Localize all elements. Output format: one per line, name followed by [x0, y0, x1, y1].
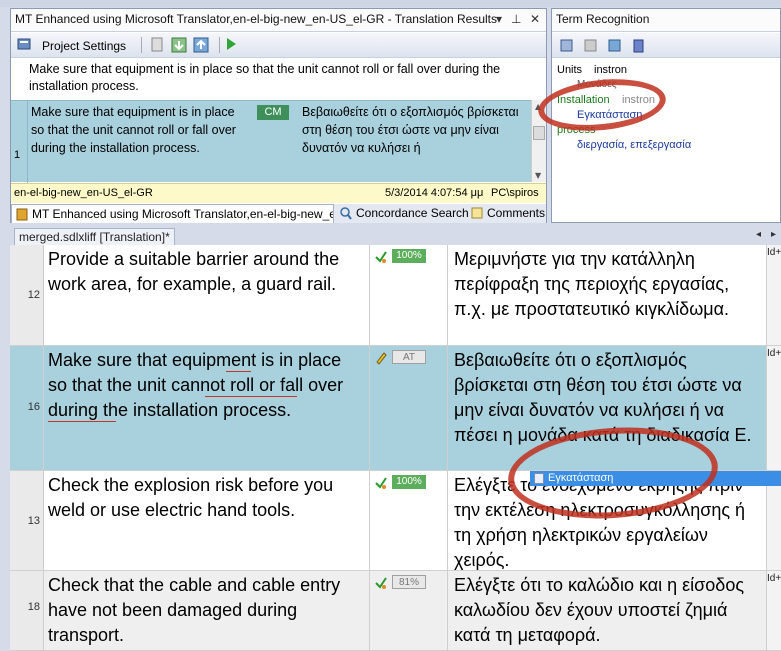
- status-cell: AT: [370, 346, 448, 470]
- segment-number-label: 18: [27, 601, 40, 613]
- status-cell: 100%: [370, 471, 448, 570]
- termbase-settings-icon[interactable]: [608, 38, 622, 57]
- tab-label: Concordance Search: [356, 206, 469, 220]
- source-cell[interactable]: Make sure that equipment is in place so …: [44, 346, 370, 470]
- translated-check-icon: [374, 575, 388, 589]
- pin-icon[interactable]: ⊥: [511, 12, 521, 26]
- term-source[interactable]: Units: [557, 64, 582, 76]
- panel-title: MT Enhanced using Microsoft Translator,e…: [11, 9, 546, 32]
- termbase-search-icon[interactable]: [560, 38, 574, 57]
- project-settings-button[interactable]: Project Settings: [42, 39, 126, 55]
- spell-squiggle: [226, 370, 251, 372]
- tab-comments[interactable]: Comments: [467, 204, 549, 223]
- termbase-back-icon[interactable]: [584, 38, 598, 57]
- scroll-right-icon[interactable]: ▸: [771, 229, 776, 240]
- match-percent-badge: 100%: [392, 249, 426, 263]
- match-percent-badge: AT: [392, 350, 426, 364]
- term-recognition-title: Term Recognition: [552, 9, 780, 32]
- document-icon[interactable]: [149, 37, 165, 53]
- translation-results-panel: MT Enhanced using Microsoft Translator,e…: [10, 8, 547, 223]
- segment-number: 16: [10, 346, 44, 470]
- match-row[interactable]: 1 Make sure that equipment is in place s…: [11, 100, 531, 183]
- segment-number-label: 13: [27, 515, 40, 527]
- segment-id: Id+: [766, 245, 781, 345]
- scroll-left-icon[interactable]: ◂: [756, 229, 761, 240]
- menu-strip: [0, 0, 781, 7]
- segment-row[interactable]: 12 Provide a suitable barrier around the…: [10, 245, 781, 346]
- term-translation[interactable]: διεργασία, επεξεργασία: [577, 139, 691, 151]
- project-settings-icon[interactable]: [17, 37, 31, 53]
- source-cell[interactable]: Check the explosion risk before you weld…: [44, 471, 370, 570]
- tab-merged-sdlxliff[interactable]: merged.sdlxliff [Translation]*: [14, 228, 175, 245]
- results-tabbar: MT Enhanced using Microsoft Translator,e…: [11, 204, 546, 223]
- source-segment-text: Make sure that equipment is in place so …: [29, 62, 501, 93]
- tm-name: en-el-big-new_en-US_el-GR: [14, 187, 153, 199]
- results-toolbar: Project Settings: [11, 33, 546, 58]
- segment-id: Id+: [766, 346, 781, 470]
- match-percent-badge: 81%: [392, 575, 426, 589]
- segment-id: Id+: [766, 571, 781, 650]
- translated-check-icon: [374, 475, 388, 489]
- match-target: Βεβαιωθείτε ότι ο εξοπλισμός βρίσκεται σ…: [302, 105, 519, 155]
- segment-number-label: 16: [27, 401, 40, 413]
- target-cell[interactable]: Ελέγξτε ότι το καλώδιο και η είσοδος καλ…: [448, 571, 766, 650]
- tab-mt-enhanced[interactable]: MT Enhanced using Microsoft Translator,e…: [11, 204, 334, 223]
- segment-number: 13: [10, 471, 44, 570]
- source-cell[interactable]: Check that the cable and cable entry hav…: [44, 571, 370, 650]
- comments-icon: [471, 207, 483, 220]
- draft-pencil-icon: [374, 350, 388, 365]
- source-cell[interactable]: Provide a suitable barrier around the wo…: [44, 245, 370, 345]
- term-target: instron: [594, 64, 628, 76]
- match-status-bar: en-el-big-new_en-US_el-GR 5/3/2014 4:07:…: [11, 183, 546, 203]
- match-percent-badge: 100%: [392, 475, 426, 489]
- match-date: 5/3/2014 4:07:54 μμ: [385, 187, 484, 199]
- spell-squiggle: [48, 420, 116, 422]
- status-cell: 81%: [370, 571, 448, 650]
- add-down-icon[interactable]: [171, 37, 187, 53]
- close-icon[interactable]: ✕: [530, 12, 540, 26]
- editor-tabbar: merged.sdlxliff [Translation]* ◂ ▸: [10, 227, 781, 245]
- tab-concordance-search[interactable]: Concordance Search: [336, 204, 473, 223]
- target-cell[interactable]: Μεριμνήστε για την κατάλληλη περίφραξη τ…: [448, 245, 766, 345]
- match-source: Make sure that equipment is in place so …: [27, 101, 247, 183]
- dropdown-icon[interactable]: ▾: [496, 12, 502, 26]
- tm-icon: [16, 208, 28, 221]
- segment-number-label: 12: [27, 289, 40, 301]
- match-user: PC\spiros: [491, 187, 539, 199]
- add-up-icon[interactable]: [193, 37, 209, 53]
- segment-number: 12: [10, 245, 44, 345]
- spell-squiggle: [205, 395, 297, 397]
- translation-results-title: MT Enhanced using Microsoft Translator,e…: [15, 12, 497, 26]
- tab-label: MT Enhanced using Microsoft Translator,e…: [32, 207, 334, 221]
- play-icon[interactable]: [224, 37, 238, 53]
- tab-label: Comments: [487, 206, 546, 220]
- context-match-badge: CM: [257, 105, 289, 120]
- status-cell: 100%: [370, 245, 448, 345]
- termbase-db-icon[interactable]: [632, 38, 646, 57]
- search-icon: [340, 207, 352, 220]
- match-number: 1: [14, 149, 21, 161]
- translated-check-icon: [374, 249, 388, 263]
- segment-row[interactable]: 18 Check that the cable and cable entry …: [10, 571, 781, 651]
- term-toolbar: [552, 33, 780, 58]
- segment-number: 18: [10, 571, 44, 650]
